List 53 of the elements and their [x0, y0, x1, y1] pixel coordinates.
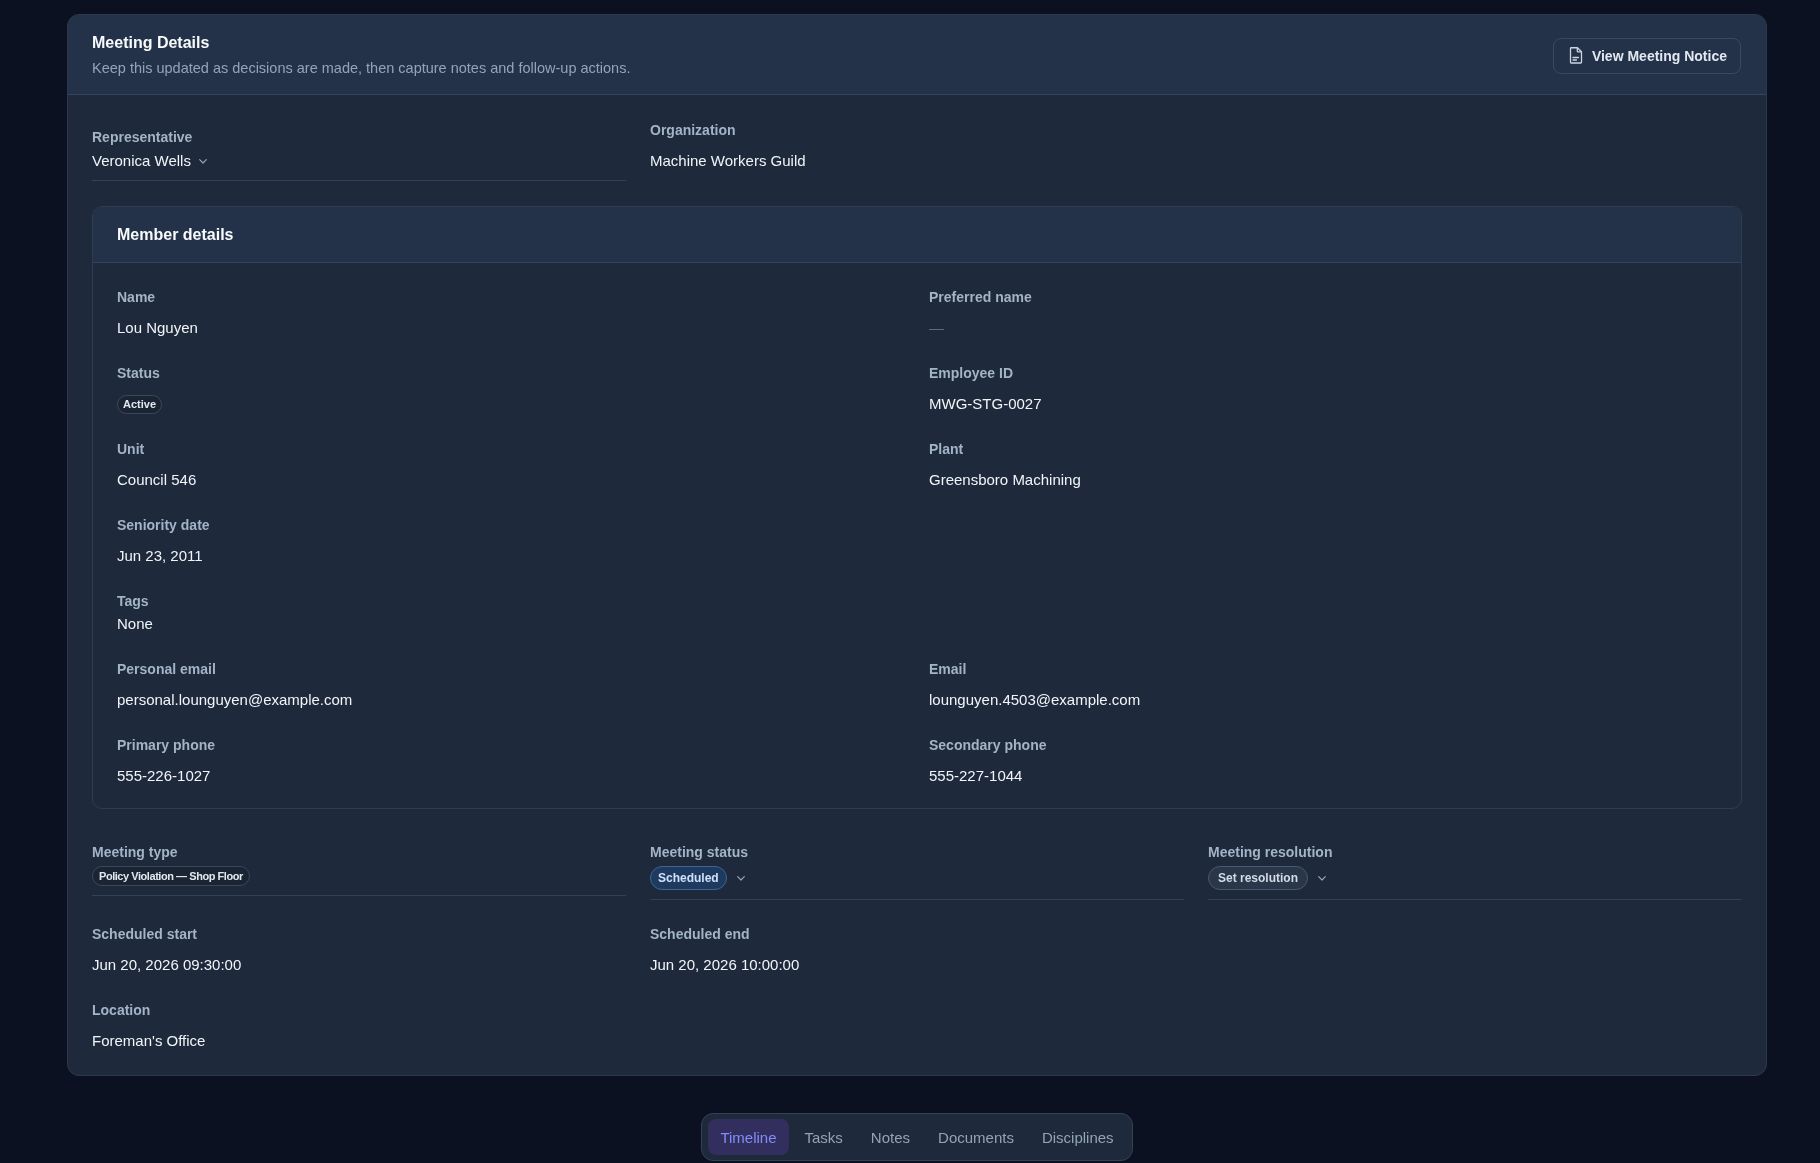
tab[interactable]: Tasks — [792, 1119, 855, 1155]
tab[interactable]: Documents — [926, 1119, 1026, 1155]
field-value: 555-226-1027 — [117, 766, 212, 786]
view-notice-button[interactable]: View Meeting Notice — [1552, 37, 1741, 74]
field-value: Jun 20, 2026 10:00:00 — [650, 955, 801, 975]
field-value: lounguyen.4503@example.com — [929, 690, 1142, 710]
field-value: MWG-STG-0027 — [929, 394, 1043, 414]
person-dropdown[interactable]: Veronica Wells — [92, 150, 207, 172]
field-label: Tags — [117, 592, 150, 611]
field-value: Jun 23, 2011 — [117, 546, 204, 566]
status-badge: Active — [117, 394, 163, 414]
section-title: Member details — [117, 225, 235, 245]
chevron-down-icon — [736, 875, 745, 881]
field-label: Employee ID — [929, 364, 1015, 383]
field-label: Location — [92, 1001, 152, 1020]
field-label: Primary phone — [117, 736, 217, 755]
field-label: Seniority date — [117, 516, 211, 535]
field-label: Meeting type — [92, 843, 179, 862]
card-subtitle: Keep this updated as decisions are made, then capture notes and follow-up actions. — [92, 59, 631, 78]
field-value: None — [117, 614, 154, 634]
field-value: Council 546 — [117, 470, 198, 490]
field-value: Foreman's Office — [92, 1031, 207, 1051]
field-label: Personal email — [117, 660, 217, 679]
tab[interactable]: Notes — [858, 1119, 923, 1155]
field-value: Jun 20, 2026 09:30:00 — [92, 955, 243, 975]
category-tag: Policy Violation — Shop Floor — [92, 866, 250, 886]
field-label: Email — [929, 660, 968, 679]
field-label: Scheduled end — [650, 925, 751, 944]
field-label: Status — [117, 364, 161, 383]
chevron-down-icon — [1318, 875, 1326, 881]
field-value: Greensboro Machining — [929, 470, 1082, 490]
field-label: Preferred name — [929, 288, 1033, 307]
field-label: Unit — [117, 440, 146, 459]
field-label: Organization — [650, 121, 737, 140]
field-label: Meeting resolution — [1208, 843, 1334, 862]
field-value: Machine Workers Guild — [650, 151, 807, 171]
card-title: Meeting Details — [92, 33, 211, 53]
field-value: 555-227-1044 — [929, 766, 1024, 786]
chevron-down-icon — [198, 158, 207, 164]
field-label: Meeting status — [650, 843, 749, 862]
field-label: Scheduled start — [92, 925, 199, 944]
select-chip[interactable]: Scheduled — [650, 866, 727, 890]
tab[interactable]: Timeline — [708, 1119, 789, 1155]
field-label: Plant — [929, 440, 965, 459]
document-icon — [1568, 47, 1583, 64]
select-chip[interactable]: Set resolution — [1208, 866, 1308, 890]
field-label: Secondary phone — [929, 736, 1048, 755]
field-label: Representative — [92, 128, 194, 147]
empty-value: — — [929, 318, 945, 338]
field-value: personal.lounguyen@example.com — [117, 690, 354, 710]
tab[interactable]: Disciplines — [1029, 1119, 1126, 1155]
field-value: Lou Nguyen — [117, 318, 199, 338]
field-label: Name — [117, 288, 157, 307]
